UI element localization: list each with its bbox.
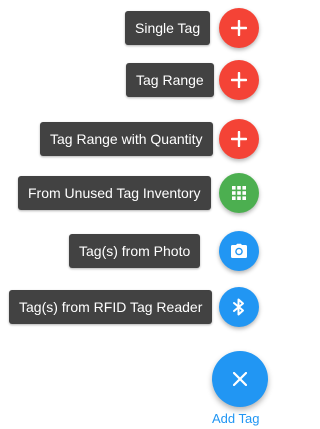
plus-icon (231, 131, 247, 147)
add-tag-label[interactable]: Add Tag (212, 411, 259, 426)
tag-range-with-quantity-button[interactable] (219, 119, 259, 159)
single-tag-button[interactable] (219, 8, 259, 48)
tags-from-photo-label[interactable]: Tag(s) from Photo (69, 234, 201, 268)
from-unused-tag-inventory-label[interactable]: From Unused Tag Inventory (18, 176, 211, 210)
bluetooth-icon (233, 298, 244, 316)
camera-icon (231, 243, 247, 258)
close-icon (233, 372, 247, 386)
single-tag-label[interactable]: Single Tag (125, 11, 211, 45)
tag-range-with-quantity-label[interactable]: Tag Range with Quantity (40, 122, 213, 156)
tags-from-rfid-reader-label[interactable]: Tag(s) from RFID Tag Reader (9, 290, 213, 324)
tags-from-rfid-reader-button[interactable] (219, 287, 259, 327)
add-tag-close-button[interactable] (212, 351, 268, 407)
grid-icon (232, 186, 246, 200)
from-unused-tag-inventory-button[interactable] (219, 173, 259, 213)
tag-range-label[interactable]: Tag Range (126, 63, 214, 97)
tags-from-photo-button[interactable] (219, 231, 259, 271)
tag-range-button[interactable] (219, 60, 259, 100)
plus-icon (231, 72, 247, 88)
plus-icon (231, 20, 247, 36)
